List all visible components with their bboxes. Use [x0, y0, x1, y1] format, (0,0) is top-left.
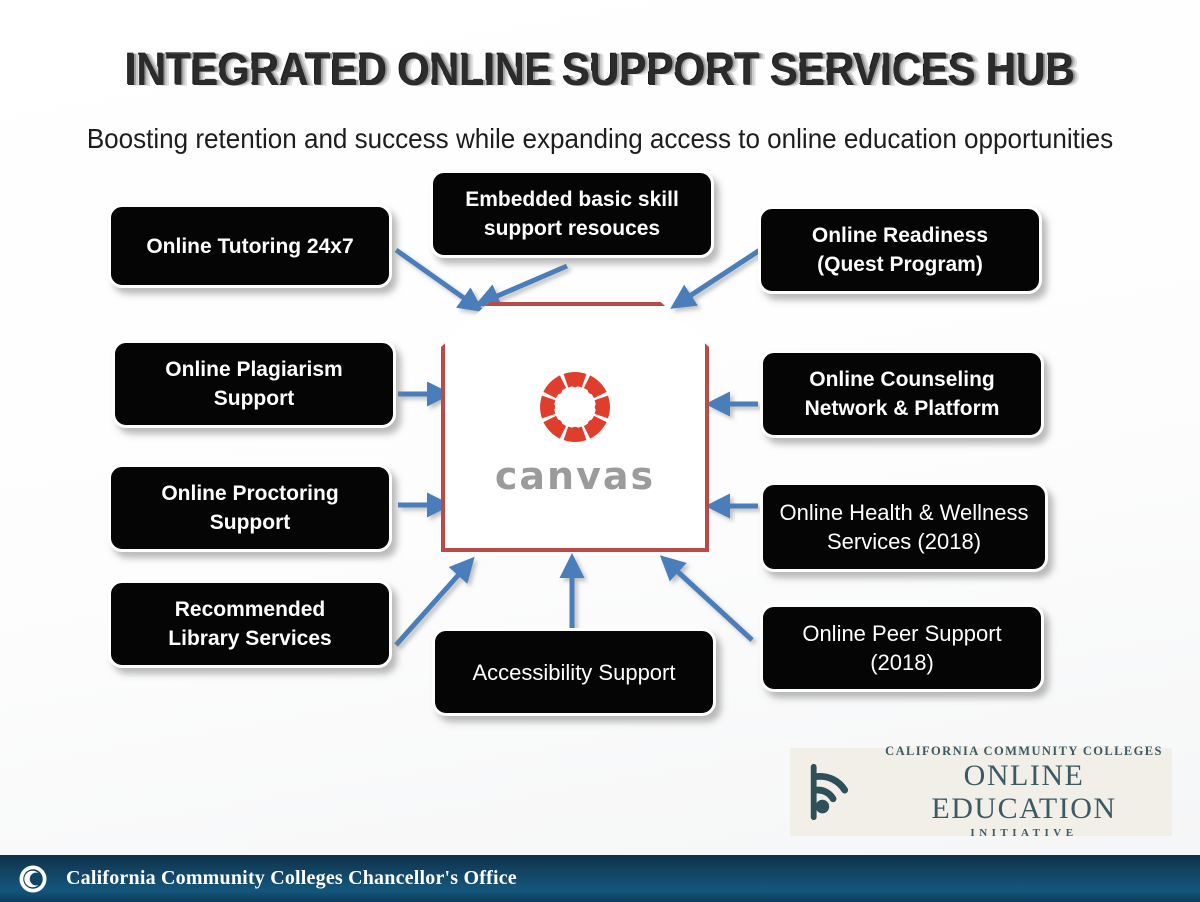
node-embedded-basic-skill[interactable]: Embedded basic skill support resouces [430, 170, 714, 258]
node-online-proctoring[interactable]: Online Proctoring Support [108, 464, 392, 552]
arrow-embedded-basic-skill [474, 263, 568, 308]
node-accessibility[interactable]: Accessibility Support [432, 628, 716, 716]
page-title: INTEGRATED ONLINE SUPPORT SERVICES HUB [125, 44, 1075, 95]
node-online-plagiarism[interactable]: Online Plagiarism Support [112, 340, 396, 428]
wifi-icon [810, 763, 849, 821]
footer-bar: California Community Colleges Chancellor… [0, 855, 1200, 902]
node-label: Accessibility Support [472, 659, 676, 685]
wifi-dot [815, 799, 830, 814]
slide-canvas: INTEGRATED ONLINE SUPPORT SERVICES HUB B… [0, 0, 1200, 902]
oei-text-block: CALIFORNIA COMMUNITY COLLEGES ONLINE EDU… [876, 743, 1172, 841]
node-label: Online Tutoring 24x7 [146, 234, 354, 258]
node-label: Embedded basic skill support resouces [465, 188, 679, 240]
node-label: Online Proctoring Support [161, 482, 339, 534]
canvas-logo [540, 372, 610, 442]
node-label: Online Peer Support (2018) [802, 621, 1002, 675]
footer-title: California Community Colleges Chancellor… [66, 867, 517, 889]
node-label: Online Readiness (Quest Program) [811, 224, 989, 276]
node-online-peer[interactable]: Online Peer Support (2018) [760, 604, 1044, 692]
node-online-counseling[interactable]: Online Counseling Network & Platform [760, 350, 1044, 438]
node-label: Recommended Library Services [168, 598, 332, 650]
arrow-online-readiness [670, 247, 762, 309]
central-hub-content: canvas [441, 302, 709, 552]
node-online-health[interactable]: Online Health & Wellness Services (2018) [760, 482, 1048, 572]
oei-line-1: CALIFORNIA COMMUNITY COLLEGES [885, 744, 1163, 758]
cccco-seal-icon [19, 865, 47, 892]
arrow-online-tutoring [394, 247, 484, 313]
oei-line-3: INITIATIVE [970, 827, 1078, 839]
oei-logo: CALIFORNIA COMMUNITY COLLEGES ONLINE EDU… [790, 744, 1172, 839]
node-label: Online Health & Wellness Services (2018) [779, 500, 1029, 554]
page-subtitle: Boosting retention and success while exp… [86, 123, 1114, 154]
canvas-wordmark: canvas [494, 454, 656, 498]
oei-line-2: ONLINE EDUCATION [931, 759, 1117, 825]
node-online-tutoring[interactable]: Online Tutoring 24x7 [108, 204, 392, 288]
node-library-services[interactable]: Recommended Library Services [108, 580, 392, 668]
node-online-readiness[interactable]: Online Readiness (Quest Program) [758, 206, 1042, 294]
node-label: Online Plagiarism Support [165, 358, 343, 410]
node-label: Online Counseling Network & Platform [804, 368, 1000, 420]
